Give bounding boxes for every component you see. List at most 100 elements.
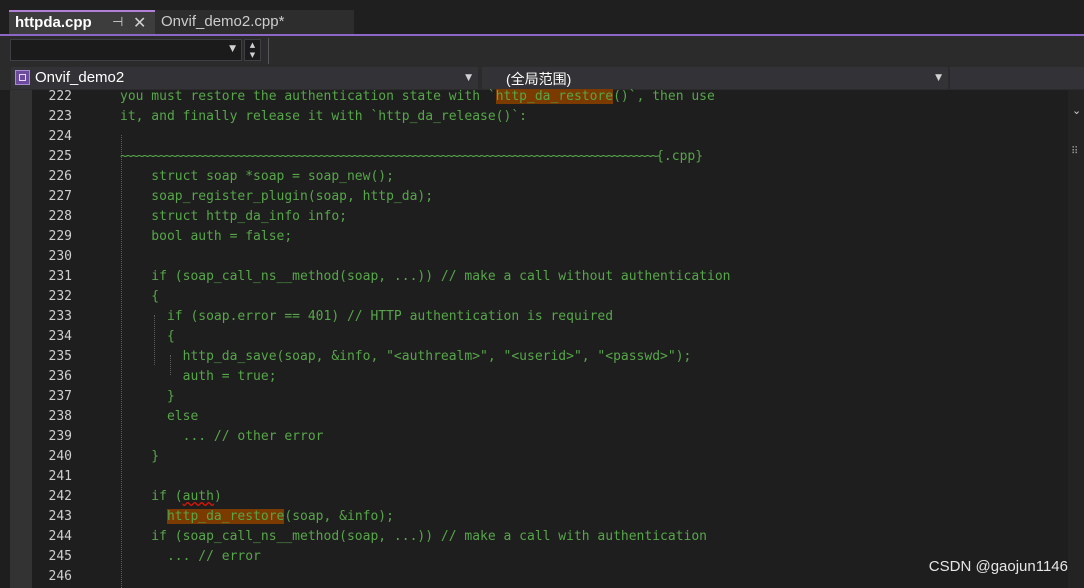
code-text: { xyxy=(120,327,175,347)
code-token: if (soap_call_ns__method(soap, ...)) // … xyxy=(120,269,731,284)
tab-httpda-cpp[interactable]: httpda.cpp ⊣ ✕ xyxy=(9,10,155,34)
pin-icon[interactable]: ⊣ xyxy=(112,15,123,30)
code-token: ... // error xyxy=(120,549,261,564)
code-line: 245 ... // error xyxy=(32,547,1068,567)
code-token: if (soap_call_ns__method(soap, ...)) // … xyxy=(120,529,707,544)
code-text: struct http_da_info info; xyxy=(120,207,347,227)
error-squiggle-token: auth xyxy=(182,489,214,504)
line-number: 233 xyxy=(48,309,72,324)
code-line: 226 struct soap *soap = soap_new(); xyxy=(32,167,1068,187)
line-number: 230 xyxy=(48,249,72,264)
code-text: soap_register_plugin(soap, http_da); xyxy=(120,187,433,207)
code-text: if (soap_call_ns__method(soap, ...)) // … xyxy=(120,527,707,547)
code-line: 240 } xyxy=(32,447,1068,467)
code-token: struct http_da_info info; xyxy=(120,209,347,224)
code-token: bool auth = false; xyxy=(120,229,293,244)
code-text: if (soap_call_ns__method(soap, ...)) // … xyxy=(120,267,730,287)
selection-margin[interactable] xyxy=(10,90,32,588)
code-line: 233 if (soap.error == 401) // HTTP authe… xyxy=(32,307,1068,327)
code-text: if (auth) xyxy=(120,487,222,507)
code-line: 229 bool auth = false; xyxy=(32,227,1068,247)
tab-onvif-demo2-cpp[interactable]: Onvif_demo2.cpp* xyxy=(155,10,354,34)
highlighted-reference: http_da_restore xyxy=(495,89,614,104)
toolbar-divider xyxy=(268,38,269,64)
code-line: 232 { xyxy=(32,287,1068,307)
code-token: ~~~~~~~~~~~~~~~~~~~~~~~~~~~~~~~~~~~~~~~~… xyxy=(120,149,658,164)
chevron-down-icon[interactable]: ⌄ xyxy=(1072,104,1081,117)
code-line: 228 struct http_da_info info; xyxy=(32,207,1068,227)
code-token: { xyxy=(120,289,160,304)
chevron-down-icon: ▼ xyxy=(229,44,236,54)
line-number: 227 xyxy=(48,189,72,204)
code-token: it, and finally release it with `http_da… xyxy=(120,109,527,124)
code-line: 243 http_da_restore(soap, &info); xyxy=(32,507,1068,527)
code-line: 225 ~~~~~~~~~~~~~~~~~~~~~~~~~~~~~~~~~~~~~… xyxy=(32,147,1068,167)
line-number: 245 xyxy=(48,549,72,564)
line-number: 234 xyxy=(48,329,72,344)
line-number: 244 xyxy=(48,529,72,544)
code-text: http_da_save(soap, &info, "<authrealm>",… xyxy=(120,347,692,367)
code-text: http_da_restore(soap, &info); xyxy=(120,507,394,527)
line-number: 229 xyxy=(48,229,72,244)
project-dropdown[interactable]: Onvif_demo2 ▼ xyxy=(11,67,478,89)
line-number: 237 xyxy=(48,389,72,404)
code-token: soap_register_plugin(soap, http_da); xyxy=(120,189,434,204)
code-text: bool auth = false; xyxy=(120,227,292,247)
member-dropdown[interactable] xyxy=(950,67,1084,89)
code-token: http_da_save(soap, &info, "<authrealm>",… xyxy=(120,349,692,364)
code-token: } xyxy=(120,389,175,404)
code-text: { xyxy=(120,287,159,307)
code-text: if (soap.error == 401) // HTTP authentic… xyxy=(120,307,613,327)
tab-label: Onvif_demo2.cpp* xyxy=(161,13,285,30)
code-line: 241 xyxy=(32,467,1068,487)
code-line: 246 xyxy=(32,567,1068,587)
code-token: { xyxy=(120,329,175,344)
toolbar-row: ▼ ▲ ▼ xyxy=(0,36,1084,66)
code-token: struct soap *soap = soap_new(); xyxy=(120,169,394,184)
tab-label: httpda.cpp xyxy=(15,14,92,31)
chevron-down-icon: ▼ xyxy=(465,73,472,83)
line-number: 243 xyxy=(48,509,72,524)
code-token: ) xyxy=(213,489,222,504)
code-token: if (soap.error == 401) // HTTP authentic… xyxy=(120,309,614,324)
code-line: 244 if (soap_call_ns__method(soap, ...))… xyxy=(32,527,1068,547)
project-icon xyxy=(15,70,30,85)
watermark: CSDN @gaojun1146 xyxy=(928,558,1068,575)
code-line: 227 soap_register_plugin(soap, http_da); xyxy=(32,187,1068,207)
code-token: } xyxy=(120,449,160,464)
grip-icon[interactable]: ⠿ xyxy=(1071,146,1078,157)
vertical-scrollbar[interactable]: ⌄ ⠿ xyxy=(1068,90,1084,588)
code-line: 238 else xyxy=(32,407,1068,427)
code-line: 239 ... // other error xyxy=(32,427,1068,447)
line-number: 222 xyxy=(48,89,72,104)
chevron-down-icon: ▼ xyxy=(935,73,942,83)
scope-dropdown[interactable]: (全局范围) ▼ xyxy=(482,67,948,89)
code-text: ... // other error xyxy=(120,427,324,447)
line-number: 238 xyxy=(48,409,72,424)
code-line: 222 you must restore the authentication s… xyxy=(32,87,1068,107)
line-number: 224 xyxy=(48,129,72,144)
code-text: ... // error xyxy=(120,547,261,567)
line-number: 242 xyxy=(48,489,72,504)
document-tab-strip: httpda.cpp ⊣ ✕ Onvif_demo2.cpp* xyxy=(0,0,1084,34)
code-line: 237 } xyxy=(32,387,1068,407)
empty-combo-box[interactable]: ▼ xyxy=(10,39,242,61)
code-editor[interactable]: 222 you must restore the authentication s… xyxy=(0,87,1068,588)
scope-name: (全局范围) xyxy=(506,71,572,87)
line-number: 231 xyxy=(48,269,72,284)
line-number: 241 xyxy=(48,469,72,484)
code-token: else xyxy=(120,409,199,424)
line-number: 228 xyxy=(48,209,72,224)
line-number: 232 xyxy=(48,289,72,304)
code-token: ... // other error xyxy=(120,429,324,444)
line-number: 235 xyxy=(48,349,72,364)
code-token: auth = true; xyxy=(120,369,277,384)
spinner-icon[interactable]: ▲ ▼ xyxy=(244,39,261,61)
project-name: Onvif_demo2 xyxy=(35,69,125,86)
close-icon[interactable]: ✕ xyxy=(133,13,146,32)
code-text: ~~~~~~~~~~~~~~~~~~~~~~~~~~~~~~~~~~~~~~~~… xyxy=(120,147,703,167)
code-line: 230 xyxy=(32,247,1068,267)
code-text: struct soap *soap = soap_new(); xyxy=(120,167,394,187)
line-number: 223 xyxy=(48,109,72,124)
